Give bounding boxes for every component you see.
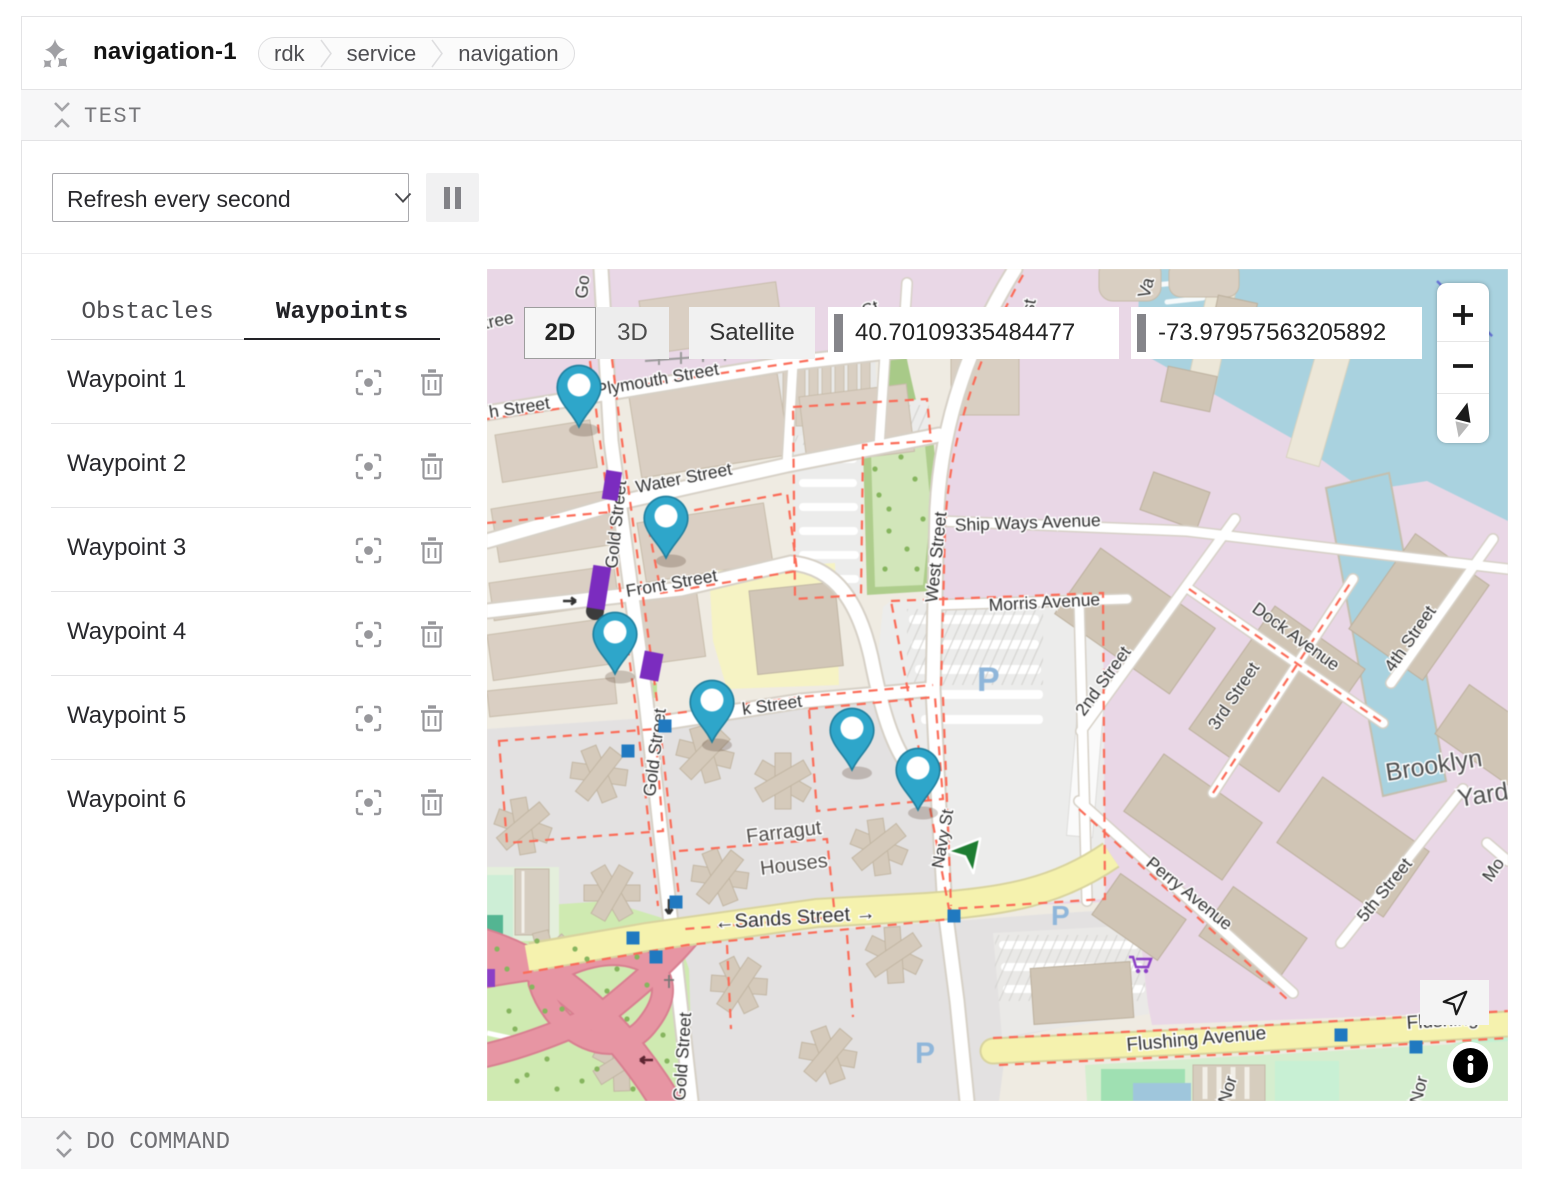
svg-text:Go: Go xyxy=(571,274,593,299)
svg-text:P: P xyxy=(1051,900,1070,931)
svg-text:P: P xyxy=(915,1037,935,1070)
svg-text:P: P xyxy=(977,661,1000,699)
